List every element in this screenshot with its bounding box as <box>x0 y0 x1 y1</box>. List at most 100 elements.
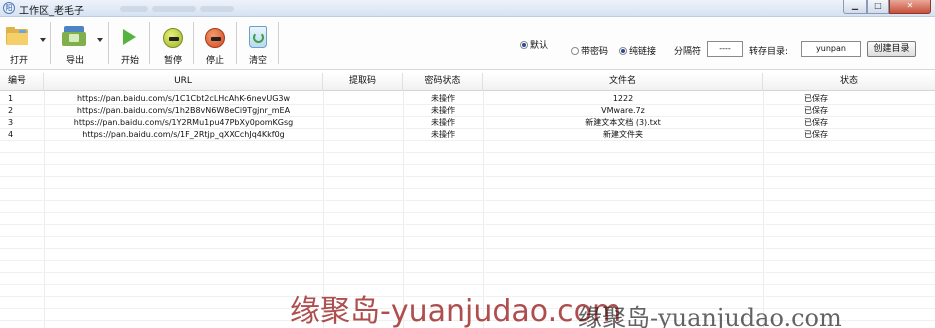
export-button[interactable]: 导出 <box>58 21 92 67</box>
clear-button-label: 清空 <box>248 56 267 66</box>
export-dropdown-arrow-icon[interactable] <box>97 38 103 42</box>
column-header-status[interactable]: 状态 <box>763 73 935 91</box>
row-divider <box>0 236 935 237</box>
cell-url: https://pan.baidu.com/s/1C1Cbt2cLHcAhK-6… <box>76 94 291 103</box>
pause-button[interactable]: 暂停 <box>156 21 190 67</box>
export-icon <box>62 26 86 46</box>
row-divider <box>0 152 935 153</box>
window-controls: ▁ □ ✕ <box>843 0 931 14</box>
cell-id: 4 <box>8 130 14 139</box>
stop-button[interactable]: 停止 <box>198 21 232 67</box>
cell-url: https://pan.baidu.com/s/1F_2Rtjp_qXXCchJ… <box>82 130 285 139</box>
with-password-option[interactable]: 带密码 <box>571 44 608 57</box>
title-bar: 阳 工作区_老毛子 ▁ □ ✕ <box>0 0 935 17</box>
toolbar-separator <box>149 22 150 64</box>
pure-link-radio[interactable] <box>619 46 627 55</box>
toolbar-separator <box>108 22 109 64</box>
table-row[interactable]: 2 https://pan.baidu.com/s/1h2B8vN6W8eCi9… <box>0 105 935 117</box>
row-divider <box>0 164 935 165</box>
open-dropdown-arrow-icon[interactable] <box>40 38 46 42</box>
cell-status: 已保存 <box>804 118 828 127</box>
row-divider <box>0 272 935 273</box>
toolbar-separator <box>50 22 51 64</box>
row-divider <box>0 224 935 225</box>
with-password-radio[interactable] <box>571 46 579 55</box>
cell-password-status: 未操作 <box>431 118 455 127</box>
folder-icon <box>6 27 28 45</box>
row-divider <box>0 176 935 177</box>
cell-password-status: 未操作 <box>431 94 455 103</box>
column-header-password-status[interactable]: 密码状态 <box>403 73 483 91</box>
row-divider <box>0 248 935 249</box>
cell-status: 已保存 <box>804 106 828 115</box>
stop-icon <box>205 28 225 48</box>
pause-button-label: 暂停 <box>163 56 182 66</box>
title-blur-segment <box>152 6 196 12</box>
recycle-bin-icon <box>249 26 267 48</box>
default-option[interactable]: 默认 <box>520 38 548 51</box>
window-title: 工作区_老毛子 <box>19 6 84 17</box>
toolbar-separator <box>278 22 279 64</box>
cell-password-status: 未操作 <box>431 106 455 115</box>
cell-filename: 1222 <box>612 94 634 103</box>
save-dir-label: 转存目录: <box>749 47 789 57</box>
row-divider <box>0 284 935 285</box>
export-button-label: 导出 <box>65 56 84 66</box>
cell-id: 1 <box>8 94 14 103</box>
row-divider <box>0 188 935 189</box>
clear-button[interactable]: 清空 <box>242 21 274 67</box>
table-row[interactable]: 4 https://pan.baidu.com/s/1F_2Rtjp_qXXCc… <box>0 129 935 141</box>
stop-button-label: 停止 <box>205 56 224 66</box>
cell-code <box>323 105 403 117</box>
row-divider <box>0 212 935 213</box>
cell-filename: 新建文件夹 <box>603 130 643 139</box>
watermark-text-secondary: 缘聚岛-yuanjudao.com <box>578 304 842 328</box>
save-dir-input[interactable]: yunpan <box>801 41 861 57</box>
title-blur-segment <box>120 6 148 12</box>
create-dir-button[interactable]: 创建目录 <box>867 41 916 57</box>
pure-link-option-label: 纯链接 <box>629 47 657 57</box>
separator-input[interactable]: ---- <box>707 41 743 57</box>
cell-status: 已保存 <box>804 94 828 103</box>
column-header-filename[interactable]: 文件名 <box>483 73 763 91</box>
cell-url: https://pan.baidu.com/s/1h2B8vN6W8eCi9Tg… <box>76 106 291 115</box>
maximize-button[interactable]: □ <box>867 0 889 14</box>
default-radio[interactable] <box>520 40 528 49</box>
title-blur-segment <box>200 6 234 12</box>
minimize-button[interactable]: ▁ <box>843 0 867 14</box>
start-button[interactable]: 开始 <box>114 21 146 67</box>
with-password-option-label: 带密码 <box>581 47 609 57</box>
cell-filename: VMware.7z <box>601 106 645 115</box>
separator-label: 分隔符 <box>674 47 702 57</box>
column-header-code[interactable]: 提取码 <box>323 73 403 91</box>
start-button-label: 开始 <box>120 56 139 66</box>
cell-url: https://pan.baidu.com/s/1Y2RMu1pu47PbXy0… <box>73 118 294 127</box>
table-row[interactable]: 3 https://pan.baidu.com/s/1Y2RMu1pu47PbX… <box>0 117 935 129</box>
app-icon: 阳 <box>3 2 15 14</box>
cell-password-status: 未操作 <box>431 130 455 139</box>
play-icon <box>123 29 136 45</box>
table-row[interactable]: 1 https://pan.baidu.com/s/1C1Cbt2cLHcAhK… <box>0 93 935 105</box>
cell-filename: 新建文本文档 (3).txt <box>585 118 661 127</box>
default-option-label: 默认 <box>530 41 549 51</box>
row-divider <box>0 260 935 261</box>
cell-id: 2 <box>8 106 14 115</box>
column-header-url[interactable]: URL <box>44 73 323 91</box>
toolbar-separator <box>193 22 194 64</box>
pure-link-option[interactable]: 纯链接 <box>619 44 656 57</box>
toolbar-separator <box>236 22 237 64</box>
table-header: 编号 URL 提取码 密码状态 文件名 状态 <box>0 73 935 91</box>
cell-id: 3 <box>8 118 14 127</box>
toolbar: 打开 导出 开始 暂停 停止 清空 <box>0 18 935 70</box>
open-button[interactable]: 打开 <box>2 21 36 67</box>
cell-code <box>323 117 403 129</box>
close-button[interactable]: ✕ <box>889 0 931 14</box>
watermark-text: 缘聚岛-yuanjudao.com <box>290 294 622 328</box>
row-divider <box>0 200 935 201</box>
open-button-label: 打开 <box>9 56 28 66</box>
cell-code <box>323 93 403 105</box>
cell-code <box>323 129 403 141</box>
column-header-id[interactable]: 编号 <box>0 73 44 91</box>
cell-status: 已保存 <box>804 130 828 139</box>
pause-icon <box>163 28 183 48</box>
